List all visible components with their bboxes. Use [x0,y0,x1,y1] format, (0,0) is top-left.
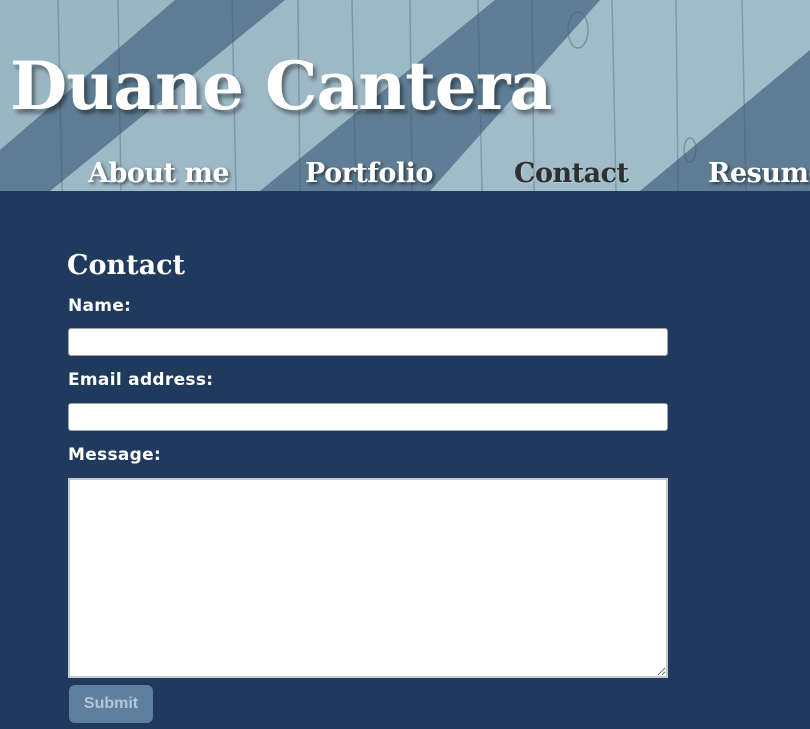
email-label: Email address: [68,370,214,390]
message-label: Message: [68,445,162,465]
submit-button[interactable]: Submit [69,685,153,723]
nav-portfolio[interactable]: Portfolio [305,156,433,191]
message-textarea[interactable] [68,478,668,678]
nav-contact[interactable]: Contact [514,156,629,191]
contact-section: Contact Name: Email address: Message: Su… [0,191,810,729]
email-input[interactable] [68,403,668,431]
nav-about-me[interactable]: About me [88,156,230,191]
name-label: Name: [68,296,132,316]
site-title: Duane Cantera [10,47,552,125]
site-header: Duane Cantera About me Portfolio Contact… [0,0,810,191]
contact-title: Contact [67,250,186,281]
name-input[interactable] [68,328,668,356]
nav-resume[interactable]: Resume [708,156,810,191]
